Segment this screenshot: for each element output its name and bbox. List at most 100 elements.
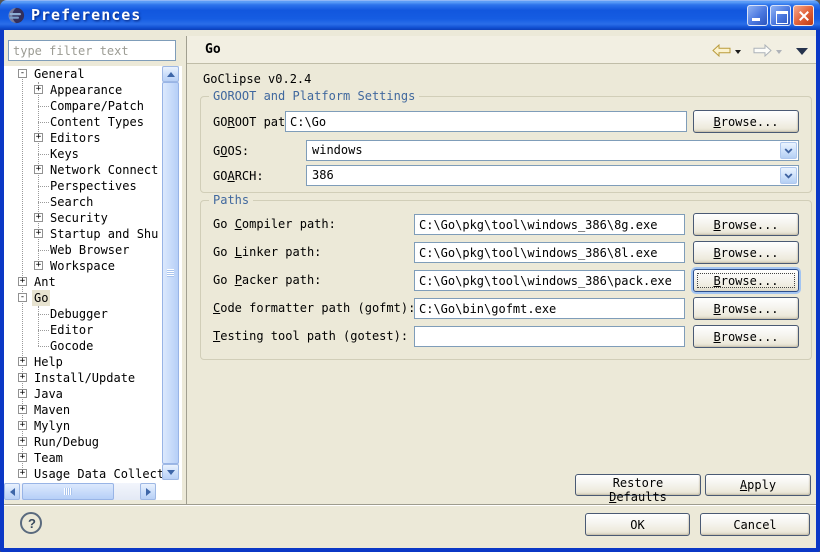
tree-item[interactable]: + Appearance	[4, 82, 165, 98]
tree-expander-icon[interactable]: +	[18, 421, 27, 430]
view-menu-icon[interactable]	[796, 48, 808, 55]
restore-defaults-button[interactable]: Restore Defaults	[575, 474, 701, 496]
filter-input[interactable]	[8, 40, 176, 61]
browse-button[interactable]: Browse...	[693, 325, 799, 348]
tree-item[interactable]: + Startup and Shu	[4, 226, 165, 242]
tree-expander-icon[interactable]: +	[34, 229, 43, 238]
tree-expander-icon[interactable]: +	[18, 453, 27, 462]
scroll-left-button[interactable]	[4, 483, 20, 500]
help-button[interactable]: ?	[20, 512, 42, 534]
goarch-combobox[interactable]: 386	[306, 165, 799, 186]
tree-item-label[interactable]: Workspace	[48, 258, 117, 274]
tree-item-label[interactable]: Install/Update	[32, 370, 137, 386]
tree-item[interactable]: Keys	[4, 146, 165, 162]
tree-item-label[interactable]: Editor	[48, 322, 95, 338]
vertical-scroll-thumb[interactable]	[162, 82, 179, 464]
horizontal-scroll-thumb[interactable]	[22, 483, 114, 500]
tree-item-label[interactable]: Perspectives	[48, 178, 139, 194]
path-input[interactable]	[414, 270, 685, 291]
path-input[interactable]	[414, 242, 685, 263]
tree-item-label[interactable]: Keys	[48, 146, 81, 162]
tree-item[interactable]: - Go	[4, 290, 165, 306]
goos-combobox[interactable]: windows	[306, 140, 799, 161]
tree-item[interactable]: + Team	[4, 450, 165, 466]
ok-button[interactable]: OK	[585, 513, 690, 536]
tree-horizontal-scrollbar[interactable]	[4, 483, 156, 500]
path-input[interactable]	[414, 214, 685, 235]
goroot-path-input[interactable]	[285, 111, 687, 132]
tree-item[interactable]: + Mylyn	[4, 418, 165, 434]
tree-expander-icon[interactable]: +	[18, 277, 27, 286]
tree-item-label[interactable]: General	[32, 66, 87, 82]
tree-item-label[interactable]: Usage Data Collect	[32, 466, 166, 482]
tree-item[interactable]: Web Browser	[4, 242, 165, 258]
path-input[interactable]	[414, 298, 685, 319]
tree-item-label[interactable]: Team	[32, 450, 65, 466]
cancel-button[interactable]: Cancel	[700, 513, 810, 536]
tree-item[interactable]: + Install/Update	[4, 370, 165, 386]
tree-expander-icon[interactable]: +	[18, 373, 27, 382]
tree-item-label[interactable]: Debugger	[48, 306, 110, 322]
tree-expander-icon[interactable]: +	[18, 405, 27, 414]
panel-divider[interactable]	[186, 36, 187, 504]
tree-item[interactable]: Debugger	[4, 306, 165, 322]
tree-item-label[interactable]: Search	[48, 194, 95, 210]
tree-expander-icon[interactable]: +	[34, 261, 43, 270]
browse-button[interactable]: Browse...	[693, 269, 799, 292]
titlebar[interactable]: Preferences	[0, 0, 820, 30]
maximize-button[interactable]	[770, 5, 791, 26]
tree-item-label[interactable]: Help	[32, 354, 65, 370]
scroll-right-button[interactable]	[140, 483, 156, 500]
tree-expander-icon[interactable]: +	[18, 389, 27, 398]
tree-item-label[interactable]: Network Connect	[48, 162, 160, 178]
tree-item[interactable]: Search	[4, 194, 165, 210]
browse-button[interactable]: Browse...	[693, 297, 799, 320]
tree-item-label[interactable]: Gocode	[48, 338, 95, 354]
tree-item[interactable]: + Editors	[4, 130, 165, 146]
tree-item-label[interactable]: Java	[32, 386, 65, 402]
back-icon[interactable]	[712, 44, 731, 57]
goroot-browse-button[interactable]: Browse...	[693, 110, 799, 133]
tree-item[interactable]: Perspectives	[4, 178, 165, 194]
apply-button[interactable]: Apply	[705, 474, 811, 496]
tree-item[interactable]: + Ant	[4, 274, 165, 290]
tree-item-label[interactable]: Mylyn	[32, 418, 72, 434]
scroll-up-button[interactable]	[162, 66, 179, 82]
tree-item-label[interactable]: Security	[48, 210, 110, 226]
scroll-down-button[interactable]	[162, 464, 179, 480]
tree-item[interactable]: + Run/Debug	[4, 434, 165, 450]
tree-item-label[interactable]: Startup and Shu	[48, 226, 160, 242]
tree-item[interactable]: Content Types	[4, 114, 165, 130]
tree-item[interactable]: + Network Connect	[4, 162, 165, 178]
browse-button[interactable]: Browse...	[693, 241, 799, 264]
tree-item-label[interactable]: Editors	[48, 130, 103, 146]
tree-item-label[interactable]: Run/Debug	[32, 434, 101, 450]
tree-item[interactable]: + Help	[4, 354, 165, 370]
tree-item[interactable]: + Usage Data Collect	[4, 466, 165, 482]
tree-vertical-scrollbar[interactable]	[162, 66, 179, 480]
dropdown-arrow-icon[interactable]	[780, 167, 797, 184]
path-input[interactable]	[414, 326, 685, 347]
dropdown-arrow-icon[interactable]	[780, 142, 797, 159]
close-button[interactable]	[793, 5, 814, 26]
forward-icon[interactable]	[753, 44, 772, 57]
tree-item[interactable]: + Workspace	[4, 258, 165, 274]
tree-item-label[interactable]: Appearance	[48, 82, 124, 98]
tree-item[interactable]: Compare/Patch	[4, 98, 165, 114]
tree-item[interactable]: + Java	[4, 386, 165, 402]
tree-item-label[interactable]: Compare/Patch	[48, 98, 146, 114]
tree-item-label[interactable]: Web Browser	[48, 242, 131, 258]
tree-expander-icon[interactable]: -	[18, 69, 27, 78]
tree-item[interactable]: Editor	[4, 322, 165, 338]
tree-item-label[interactable]: Go	[32, 290, 50, 306]
tree-item[interactable]: + Maven	[4, 402, 165, 418]
tree-expander-icon[interactable]: +	[34, 165, 43, 174]
tree-item[interactable]: Gocode	[4, 338, 165, 354]
tree-expander-icon[interactable]: -	[18, 293, 27, 302]
tree-item-label[interactable]: Maven	[32, 402, 72, 418]
browse-button[interactable]: Browse...	[693, 213, 799, 236]
tree-expander-icon[interactable]: +	[34, 85, 43, 94]
tree-item[interactable]: - General	[4, 66, 165, 82]
tree-item[interactable]: + Security	[4, 210, 165, 226]
tree-expander-icon[interactable]: +	[18, 469, 27, 478]
